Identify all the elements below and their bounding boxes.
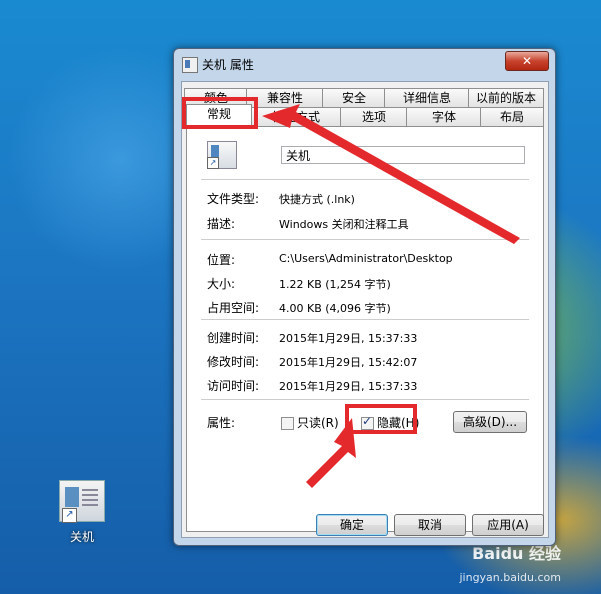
annotation-arrows [262,104,520,488]
arrow-to-hidden-checkbox [306,418,356,488]
arrow-to-general-tab [262,104,520,244]
